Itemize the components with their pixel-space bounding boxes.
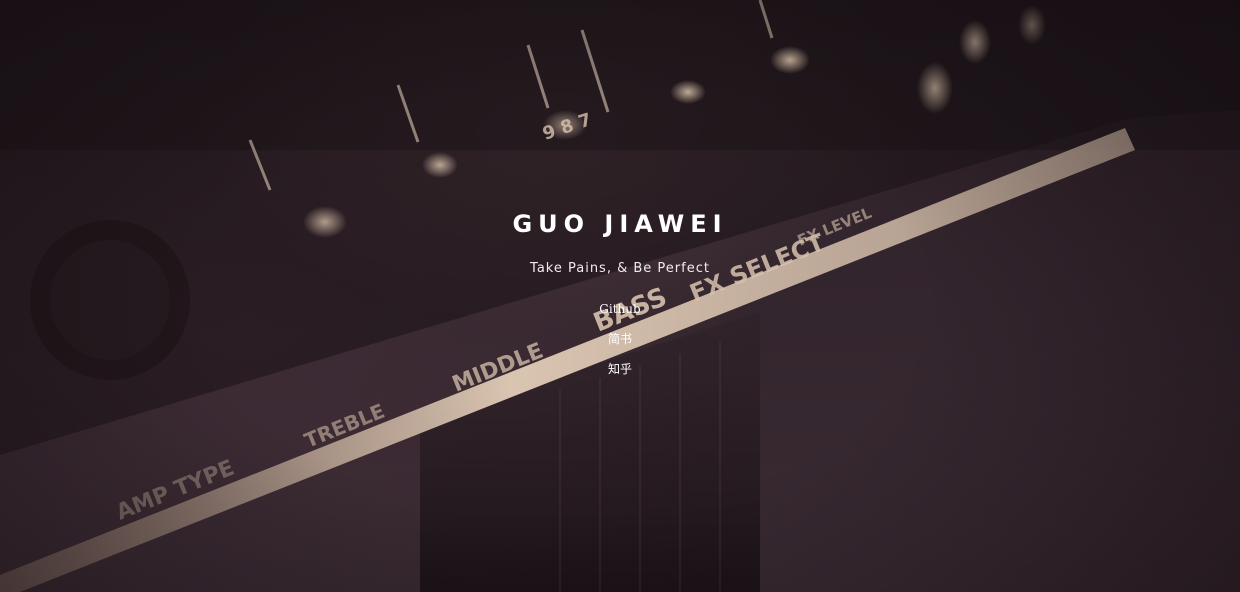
social-link-item: 简书 [0, 330, 1240, 360]
social-links: Github 简书 知乎 [0, 300, 1240, 390]
amp-background-image: BASS MIDDLE TREBLE AMP TYPE FX SELECT FX… [0, 0, 1240, 592]
social-link-item: Github [0, 300, 1240, 330]
jianshu-link[interactable]: 简书 [608, 332, 632, 346]
site-tagline: Take Pains, & Be Perfect [530, 261, 710, 276]
zhihu-link[interactable]: 知乎 [608, 362, 632, 376]
hero-section: BASS MIDDLE TREBLE AMP TYPE FX SELECT FX… [0, 0, 1240, 592]
github-link[interactable]: Github [599, 302, 640, 316]
social-link-item: 知乎 [0, 360, 1240, 390]
site-title: GUO JIAWEI [512, 210, 728, 238]
